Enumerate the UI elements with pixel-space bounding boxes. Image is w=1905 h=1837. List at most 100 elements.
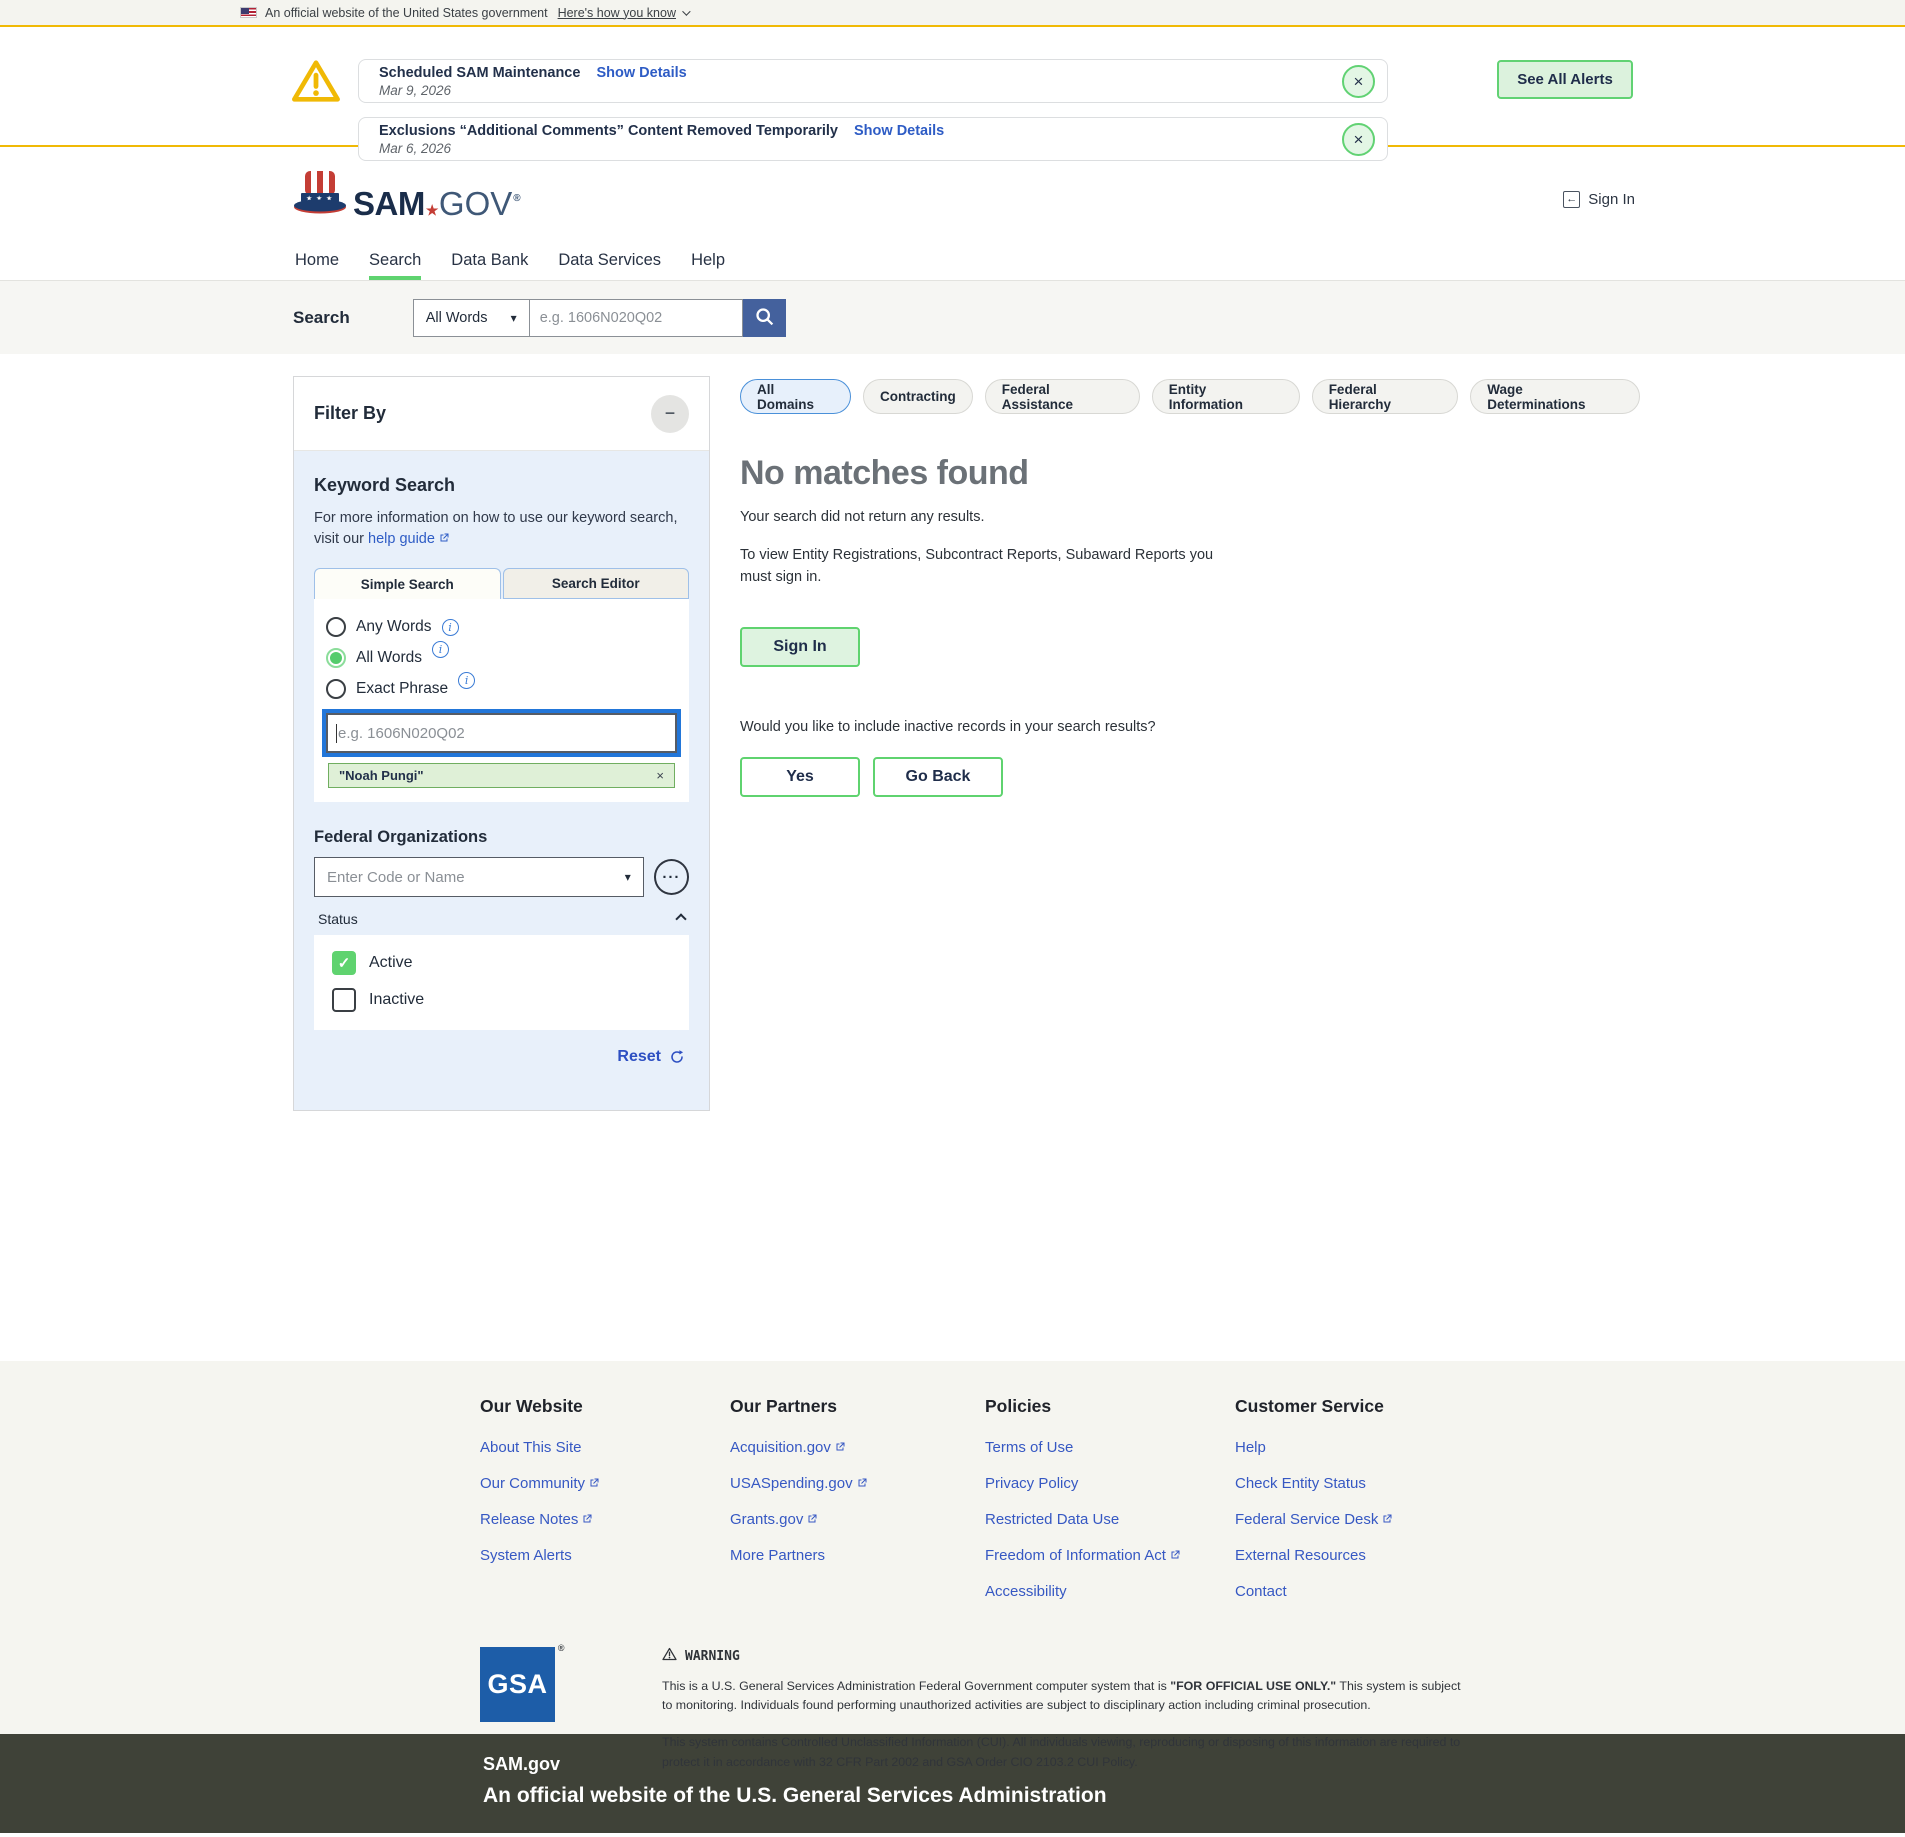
collapse-filters-button[interactable]: − [651, 394, 689, 433]
show-details-link[interactable]: Show Details [854, 123, 944, 139]
radio-exact-phrase[interactable] [326, 679, 346, 700]
keyword-search-heading: Keyword Search [314, 475, 456, 495]
info-icon[interactable]: i [441, 618, 459, 636]
checkbox-inactive[interactable] [332, 988, 356, 1013]
simple-search-card: Any Words i All Words i Exact Phrase i e… [314, 599, 689, 803]
external-link-icon [1383, 1514, 1392, 1523]
footer-link-system-alerts[interactable]: System Alerts [480, 1547, 730, 1564]
federal-organizations-heading: Federal Organizations [314, 828, 488, 847]
domain-pill-all-domains[interactable]: All Domains [740, 379, 851, 414]
see-all-alerts-button[interactable]: See All Alerts [1497, 60, 1633, 99]
nav-item-search[interactable]: Search [369, 241, 422, 280]
alert-close-button[interactable]: × [1342, 65, 1375, 98]
warning-paragraph-1: This is a U.S. General Services Administ… [662, 1679, 1461, 1713]
header-sign-in-link[interactable]: ← Sign In [1563, 191, 1635, 208]
footer-column-our-partners: Our Partners Acquisition.gov USASpending… [730, 1396, 985, 1619]
warning-heading: WARNING [685, 1648, 740, 1664]
filter-panel: Filter By − Keyword Search For more info… [293, 376, 710, 1111]
warning-triangle-icon [291, 58, 341, 108]
keyword-tabs: Simple Search Search Editor [314, 568, 689, 600]
footer-link-release-notes[interactable]: Release Notes [480, 1511, 730, 1528]
footer-link-usaspending-gov[interactable]: USASpending.gov [730, 1475, 985, 1492]
federal-org-select[interactable]: Enter Code or Name ▾ [314, 857, 644, 898]
go-back-button[interactable]: Go Back [873, 756, 1003, 797]
no-results-text: Your search did not return any results. [740, 509, 985, 525]
sign-in-button[interactable]: Sign In [740, 626, 860, 667]
federal-org-more-button[interactable]: ··· [653, 859, 689, 896]
chevron-up-icon [675, 913, 687, 925]
footer-link-help[interactable]: Help [1235, 1439, 1490, 1456]
help-guide-link[interactable]: help guide [368, 531, 450, 547]
external-link-icon [1171, 1550, 1180, 1559]
footer-link-restricted-data-use[interactable]: Restricted Data Use [985, 1511, 1235, 1528]
nav-item-home[interactable]: Home [295, 241, 339, 280]
domain-pill-federal-assistance[interactable]: Federal Assistance [984, 379, 1140, 414]
footer-link-more-partners[interactable]: More Partners [730, 1547, 985, 1564]
footer-link-terms-of-use[interactable]: Terms of Use [985, 1439, 1235, 1456]
show-details-link[interactable]: Show Details [596, 65, 686, 81]
warning-block: WARNING This is a U.S. General Services … [662, 1647, 1462, 1790]
footer-link-grants-gov[interactable]: Grants.gov [730, 1511, 985, 1528]
check-icon: ✓ [337, 955, 351, 973]
tab-simple-search[interactable]: Simple Search [314, 568, 501, 600]
search-input[interactable] [529, 298, 743, 337]
domain-pill-contracting[interactable]: Contracting [863, 379, 973, 414]
nav-item-data-bank[interactable]: Data Bank [451, 241, 528, 280]
nav-item-data-services[interactable]: Data Services [558, 241, 661, 280]
checkbox-active[interactable]: ✓ [332, 951, 356, 976]
domain-pill-entity-information[interactable]: Entity Information [1151, 379, 1300, 414]
gov-banner: An official website of the United States… [0, 0, 1905, 27]
footer-link-our-community[interactable]: Our Community [480, 1475, 730, 1492]
footer-link-about-this-site[interactable]: About This Site [480, 1439, 730, 1456]
sam-gov-logo[interactable]: ★ ★ ★ SAM★GOV® [293, 169, 521, 221]
radio-all-words[interactable] [326, 648, 346, 669]
search-band: Search All Words ▾ [0, 281, 1905, 354]
domain-pill-wage-determinations[interactable]: Wage Determinations [1470, 379, 1640, 414]
nav-item-help[interactable]: Help [691, 241, 725, 280]
text-cursor [336, 723, 337, 743]
chip-remove-icon[interactable]: × [656, 768, 664, 783]
search-button[interactable] [742, 298, 786, 337]
info-icon[interactable]: i [458, 671, 476, 689]
how-you-know-link[interactable]: Here's how you know [558, 6, 691, 20]
footer-link-acquisition-gov[interactable]: Acquisition.gov [730, 1439, 985, 1456]
tab-search-editor[interactable]: Search Editor [502, 568, 689, 600]
status-header[interactable]: Status [318, 911, 687, 927]
main-content: Filter By − Keyword Search For more info… [0, 354, 1905, 1361]
keyword-input-placeholder: e.g. 1606N020Q02 [338, 724, 465, 742]
warning-triangle-small-icon [662, 1647, 677, 1665]
footer-link-accessibility[interactable]: Accessibility [985, 1583, 1235, 1600]
domain-pills: All Domains Contracting Federal Assistan… [740, 379, 1640, 414]
caret-down-icon: ▾ [624, 870, 631, 885]
external-link-icon [583, 1514, 592, 1523]
footer-column-policies: Policies Terms of Use Privacy Policy Res… [985, 1396, 1235, 1619]
alert-title: Scheduled SAM Maintenance [379, 65, 581, 81]
footer-link-foia[interactable]: Freedom of Information Act [985, 1547, 1235, 1564]
footer-link-privacy-policy[interactable]: Privacy Policy [985, 1475, 1235, 1492]
footer-link-federal-service-desk[interactable]: Federal Service Desk [1235, 1511, 1490, 1528]
footer-link-check-entity-status[interactable]: Check Entity Status [1235, 1475, 1490, 1492]
gsa-logo: GSA ® [480, 1643, 564, 1722]
caret-down-icon: ▾ [510, 310, 517, 325]
results-area: All Domains Contracting Federal Assistan… [740, 379, 1640, 1361]
warning-paragraph-2: This system contains Controlled Unclassi… [662, 1735, 1461, 1769]
domain-pill-federal-hierarchy[interactable]: Federal Hierarchy [1311, 379, 1459, 414]
footer-link-contact[interactable]: Contact [1235, 1583, 1490, 1600]
star-icon: ★ [425, 201, 439, 218]
footer-link-external-resources[interactable]: External Resources [1235, 1547, 1490, 1564]
keyword-help-text: For more information on how to use our k… [314, 510, 678, 548]
search-scope-select[interactable]: All Words ▾ [412, 298, 530, 337]
filter-by-title: Filter By [314, 403, 387, 423]
chip-label: "Noah Pungi" [339, 768, 424, 784]
yes-button[interactable]: Yes [740, 756, 860, 797]
radio-any-words[interactable] [326, 617, 346, 638]
keyword-input[interactable]: e.g. 1606N020Q02 [326, 713, 677, 754]
info-icon[interactable]: i [432, 640, 450, 658]
external-link-icon [836, 1442, 845, 1451]
alert-title: Exclusions “Additional Comments” Content… [379, 123, 838, 139]
minus-icon: − [664, 403, 676, 423]
alerts-section: Scheduled SAM Maintenance Show Details M… [0, 27, 1905, 161]
external-link-icon [440, 533, 449, 542]
refresh-icon[interactable] [669, 1049, 685, 1065]
reset-filters-link[interactable]: Reset [617, 1048, 661, 1066]
